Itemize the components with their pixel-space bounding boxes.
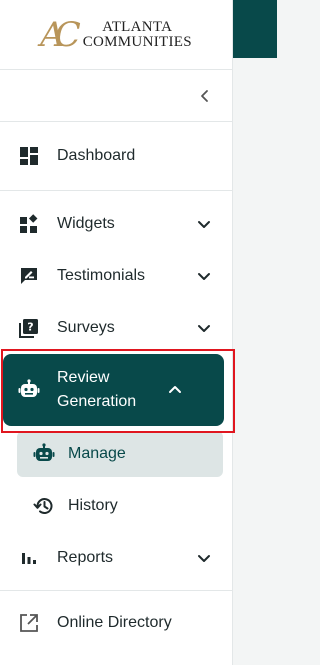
brand-logo[interactable]: AC ATLANTA COMMUNITIES: [0, 0, 232, 70]
brand-wordmark: ATLANTA COMMUNITIES: [82, 18, 192, 50]
svg-text:?: ?: [27, 321, 33, 334]
robot-icon: [18, 379, 40, 401]
subnav-manage[interactable]: Manage: [17, 431, 223, 477]
brand-line-2: COMMUNITIES: [82, 33, 192, 50]
widgets-icon: [18, 213, 40, 235]
chevron-left-icon: [201, 89, 208, 102]
subnav-manage-label: Manage: [68, 445, 126, 462]
testimonials-icon: [18, 265, 40, 287]
nav-review-generation-label: Review Generation: [57, 369, 137, 410]
nav-reports-label: Reports: [57, 549, 114, 566]
dashboard-icon: [18, 145, 40, 167]
nav-testimonials-label: Testimonials: [57, 267, 146, 284]
subnav-history-label: History: [68, 497, 118, 514]
bar-chart-icon: [18, 547, 40, 569]
chevron-down-icon: [198, 221, 210, 228]
subnav-history[interactable]: History: [17, 483, 223, 529]
nav-surveys-label: Surveys: [57, 319, 115, 336]
collapse-sidebar-button[interactable]: [0, 70, 232, 122]
nav-widgets-label: Widgets: [57, 215, 115, 232]
nav-surveys[interactable]: ? Surveys: [0, 302, 232, 354]
top-header-bar: [233, 0, 277, 58]
nav-online-directory[interactable]: Online Directory: [0, 597, 232, 649]
nav-reports[interactable]: Reports: [0, 532, 232, 584]
brand-monogram: AC: [40, 14, 80, 55]
chevron-down-icon: [198, 555, 210, 562]
chevron-down-icon: [198, 325, 210, 332]
chevron-down-icon: [198, 273, 210, 280]
robot-icon: [33, 443, 55, 465]
nav-testimonials[interactable]: Testimonials: [0, 250, 232, 302]
history-icon: [33, 495, 55, 517]
nav-review-generation[interactable]: Review Generation: [3, 354, 224, 426]
surveys-icon: ?: [18, 317, 40, 339]
sidebar: AC ATLANTA COMMUNITIES Dashboard Widgets…: [0, 0, 233, 665]
chevron-up-icon: [169, 386, 181, 393]
nav-dashboard[interactable]: Dashboard: [0, 130, 232, 182]
brand-line-1: ATLANTA: [102, 18, 173, 35]
nav-online-directory-label: Online Directory: [57, 614, 172, 631]
nav-widgets[interactable]: Widgets: [0, 198, 232, 250]
external-link-icon: [18, 612, 40, 634]
nav-dashboard-label: Dashboard: [57, 147, 136, 164]
